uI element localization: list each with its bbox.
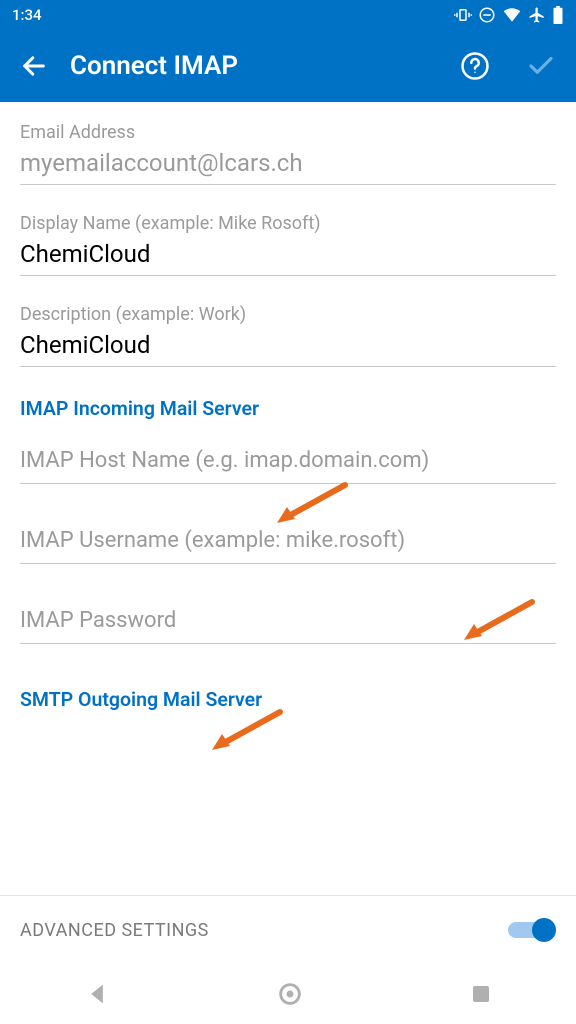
form-content: Email Address myemailaccount@lcars.ch Di… xyxy=(0,102,576,711)
help-icon[interactable] xyxy=(460,51,490,81)
imap-host-input[interactable]: IMAP Host Name (e.g. imap.domain.com) xyxy=(20,448,556,484)
nav-recent-icon[interactable] xyxy=(469,982,493,1006)
display-name-value: ChemiCloud xyxy=(20,240,556,276)
imap-password-input[interactable]: IMAP Password xyxy=(20,608,556,644)
description-value: ChemiCloud xyxy=(20,331,556,367)
status-icons xyxy=(454,6,564,24)
wifi-icon xyxy=(502,6,522,24)
email-value: myemailaccount@lcars.ch xyxy=(20,149,556,185)
dnd-icon xyxy=(478,6,496,24)
vibrate-icon xyxy=(454,6,472,24)
annotation-arrow-icon xyxy=(208,706,288,754)
back-icon[interactable] xyxy=(20,52,48,80)
display-name-field[interactable]: Display Name (example: Mike Rosoft) Chem… xyxy=(20,213,556,276)
imap-username-input[interactable]: IMAP Username (example: mike.rosoft) xyxy=(20,528,556,564)
email-field[interactable]: Email Address myemailaccount@lcars.ch xyxy=(20,122,556,185)
nav-back-icon[interactable] xyxy=(83,980,111,1008)
display-name-label: Display Name (example: Mike Rosoft) xyxy=(20,213,556,234)
system-nav-bar xyxy=(0,964,576,1024)
advanced-settings-toggle[interactable] xyxy=(508,916,556,944)
confirm-icon[interactable] xyxy=(526,51,556,81)
status-bar: 1:34 xyxy=(0,0,576,30)
outgoing-section-title: SMTP Outgoing Mail Server xyxy=(20,688,556,711)
app-bar: Connect IMAP xyxy=(0,30,576,102)
description-label: Description (example: Work) xyxy=(20,304,556,325)
nav-home-icon[interactable] xyxy=(276,980,304,1008)
description-field[interactable]: Description (example: Work) ChemiCloud xyxy=(20,304,556,367)
battery-icon xyxy=(552,6,564,24)
status-time: 1:34 xyxy=(12,6,42,24)
airplane-icon xyxy=(528,6,546,24)
email-label: Email Address xyxy=(20,122,556,143)
advanced-settings-row[interactable]: ADVANCED SETTINGS xyxy=(0,895,576,964)
advanced-settings-label: ADVANCED SETTINGS xyxy=(20,920,209,941)
incoming-section-title: IMAP Incoming Mail Server xyxy=(20,397,556,420)
page-title: Connect IMAP xyxy=(70,51,438,81)
